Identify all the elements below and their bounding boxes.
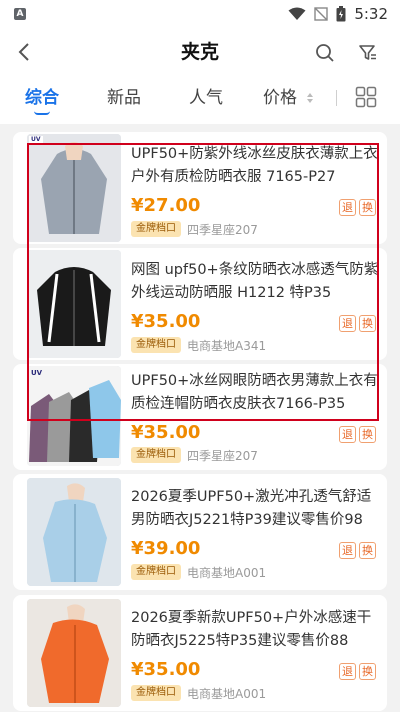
thumb-uv-label: UV bbox=[29, 136, 43, 143]
filter-icon bbox=[359, 45, 376, 60]
shop-name: 电商基地A341 bbox=[187, 338, 267, 353]
no-signal-icon bbox=[314, 7, 329, 21]
back-button[interactable] bbox=[12, 38, 36, 66]
status-bar: A 5:32 bbox=[0, 0, 400, 28]
product-card[interactable]: UV UPF50+冰丝网眼防晒衣男薄款上衣有质检连帽防晒衣皮肤衣7166-P35… bbox=[13, 364, 387, 470]
product-title[interactable]: UPF50+冰丝网眼防晒衣男薄款上衣有质检连帽防晒衣皮肤衣7166-P35 bbox=[131, 370, 379, 416]
product-price: ¥35.00 bbox=[131, 659, 201, 680]
battery-icon bbox=[336, 6, 346, 22]
gold-stall-badge: 金牌档口 bbox=[131, 564, 181, 580]
exchange-tag: 换 bbox=[359, 542, 376, 559]
return-tag: 退 bbox=[339, 426, 356, 443]
shop-info: 金牌档口 四季星座207 bbox=[131, 220, 258, 238]
product-price: ¥35.00 bbox=[131, 311, 201, 332]
product-card[interactable]: 2026夏季新款UPF50+户外冰感速干防晒衣J5225特P35建议零售价88 … bbox=[13, 595, 387, 711]
exchange-tag: 换 bbox=[359, 426, 376, 443]
product-price: ¥39.00 bbox=[131, 538, 201, 559]
return-tag: 退 bbox=[339, 542, 356, 559]
gold-stall-badge: 金牌档口 bbox=[131, 221, 181, 237]
product-image[interactable] bbox=[27, 250, 121, 358]
return-tag: 退 bbox=[339, 315, 356, 332]
gold-stall-badge: 金牌档口 bbox=[131, 685, 181, 701]
shop-name: 四季星座207 bbox=[187, 448, 258, 463]
return-tag: 退 bbox=[339, 663, 356, 680]
tab-divider bbox=[336, 90, 337, 106]
gold-stall-badge: 金牌档口 bbox=[131, 337, 181, 353]
thumb-uv-label: UV bbox=[31, 369, 43, 377]
search-icon bbox=[316, 44, 334, 62]
tab-new[interactable]: 新品 bbox=[107, 86, 141, 114]
clock: 5:32 bbox=[354, 5, 388, 23]
gold-stall-badge: 金牌档口 bbox=[131, 447, 181, 463]
search-button[interactable] bbox=[312, 40, 338, 66]
product-price: ¥27.00 bbox=[131, 195, 201, 216]
product-card[interactable]: 2026夏季UPF50+激光冲孔透气舒适男防晒衣J5221特P39建议零售价98… bbox=[13, 474, 387, 590]
product-image[interactable]: UV bbox=[27, 134, 121, 242]
grid-view-icon[interactable] bbox=[355, 86, 377, 108]
sort-tabs: 综合 新品 人气 价格 bbox=[0, 76, 400, 124]
shop-info: 金牌档口 电商基地A001 bbox=[131, 563, 266, 581]
shop-info: 金牌档口 电商基地A001 bbox=[131, 684, 266, 702]
product-image[interactable] bbox=[27, 478, 121, 586]
product-card[interactable]: 网图 upf50+条纹防晒衣冰感透气防紫外线运动防晒服 H1212 特P35 ¥… bbox=[13, 248, 387, 360]
wifi-icon bbox=[288, 7, 306, 20]
sort-arrows-icon bbox=[307, 93, 314, 103]
return-tag: 退 bbox=[339, 199, 356, 216]
product-title[interactable]: 网图 upf50+条纹防晒衣冰感透气防紫外线运动防晒服 H1212 特P35 bbox=[131, 259, 379, 305]
product-title[interactable]: 2026夏季UPF50+激光冲孔透气舒适男防晒衣J5221特P39建议零售价98 bbox=[131, 486, 379, 532]
product-title[interactable]: 2026夏季新款UPF50+户外冰感速干防晒衣J5225特P35建议零售价88 bbox=[131, 607, 379, 653]
shop-name: 四季星座207 bbox=[187, 222, 258, 237]
shop-name: 电商基地A001 bbox=[187, 565, 267, 580]
shop-name: 电商基地A001 bbox=[187, 686, 267, 701]
tab-price-label: 价格 bbox=[263, 88, 297, 108]
exchange-tag: 换 bbox=[359, 663, 376, 680]
product-card[interactable]: UV UPF50+防紫外线冰丝皮肤衣薄款上衣户外有质检防晒衣服 7165-P27… bbox=[13, 132, 387, 244]
product-title[interactable]: UPF50+防紫外线冰丝皮肤衣薄款上衣户外有质检防晒衣服 7165-P27 bbox=[131, 143, 379, 189]
product-image[interactable] bbox=[27, 599, 121, 707]
app-notification-icon: A bbox=[14, 8, 26, 20]
shop-info: 金牌档口 电商基地A341 bbox=[131, 336, 266, 354]
product-image[interactable]: UV bbox=[27, 366, 121, 466]
tab-comprehensive[interactable]: 综合 bbox=[25, 86, 59, 114]
exchange-tag: 换 bbox=[359, 315, 376, 332]
active-tab-indicator bbox=[34, 111, 50, 115]
top-app-bar: 夹克 bbox=[0, 28, 400, 76]
page-title: 夹克 bbox=[180, 41, 219, 63]
tab-price[interactable]: 价格 bbox=[263, 86, 314, 114]
shop-info: 金牌档口 四季星座207 bbox=[131, 446, 258, 464]
tab-popularity[interactable]: 人气 bbox=[189, 86, 223, 114]
back-arrow-icon bbox=[18, 43, 29, 61]
exchange-tag: 换 bbox=[359, 199, 376, 216]
filter-button[interactable] bbox=[355, 40, 381, 66]
product-price: ¥35.00 bbox=[131, 422, 201, 443]
status-icons: 5:32 bbox=[288, 5, 388, 23]
